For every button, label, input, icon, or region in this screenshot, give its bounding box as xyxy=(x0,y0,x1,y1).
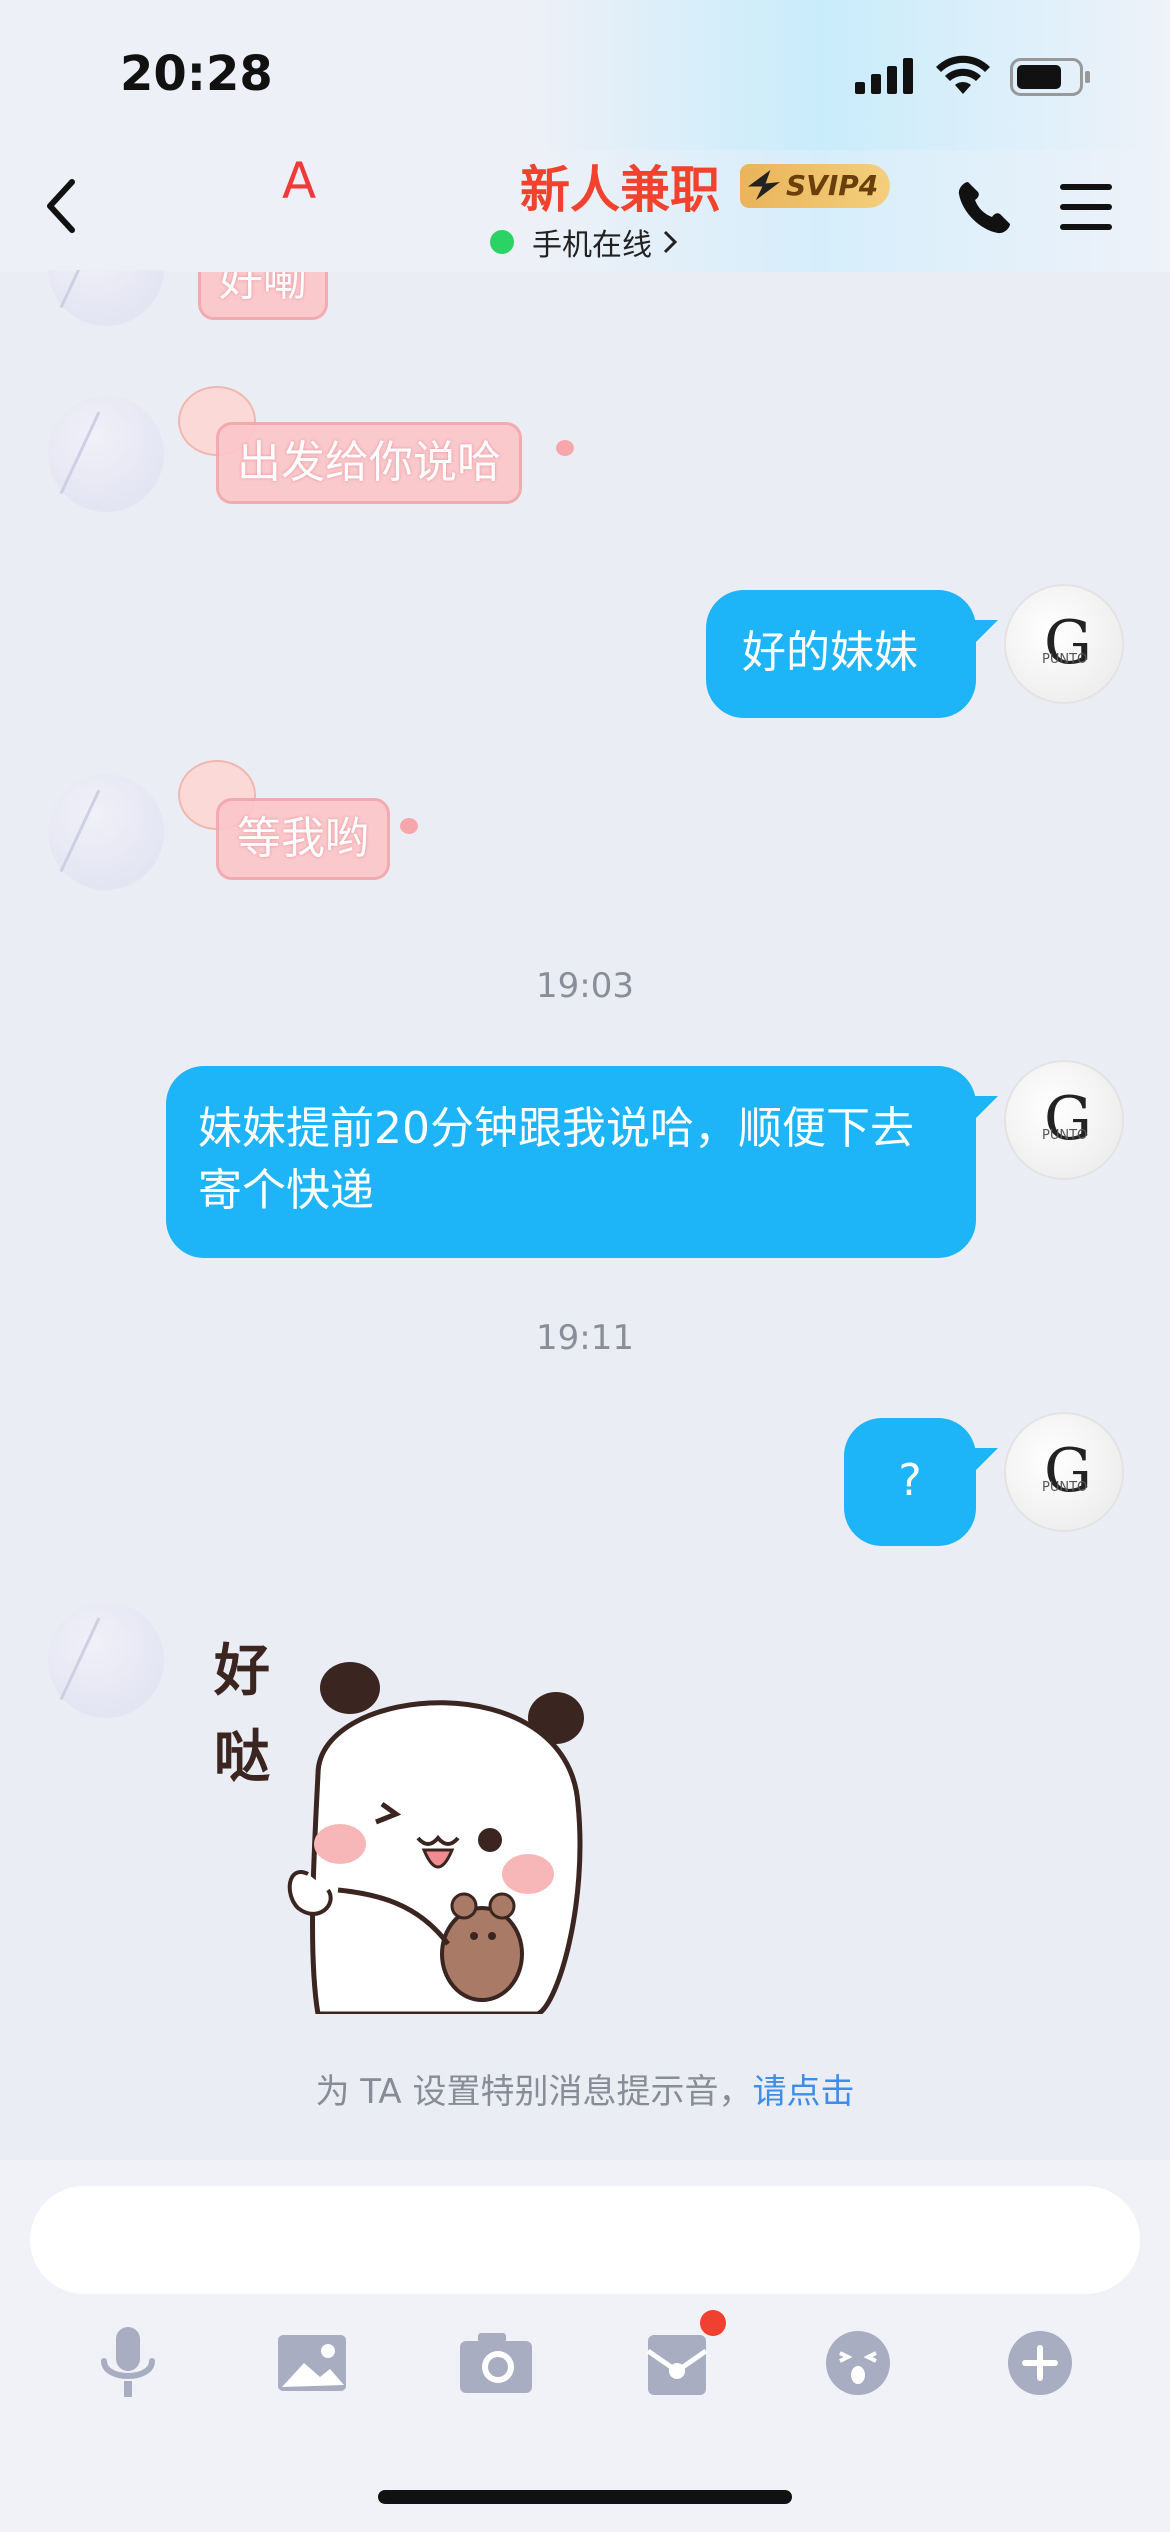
message-text: 等我哟 xyxy=(237,813,369,864)
online-dot-icon xyxy=(490,230,514,254)
menu-icon[interactable] xyxy=(1058,182,1114,232)
phone-call-icon[interactable] xyxy=(954,178,1014,238)
message-text: 出发给你说哈 xyxy=(237,437,501,488)
battery-icon xyxy=(1010,58,1090,96)
chat-title[interactable]: 新人兼职 xyxy=(520,150,720,222)
emoji-icon[interactable] xyxy=(818,2325,898,2401)
avatar-sub-label: PUNTO xyxy=(1042,1480,1088,1495)
heart-decoration-icon xyxy=(400,818,418,834)
svip-badge-label: SVIP4 xyxy=(786,169,879,202)
message-bubble-incoming[interactable]: 等我哟 xyxy=(216,798,390,880)
panda-sticker[interactable] xyxy=(278,1654,598,2014)
message-bubble-outgoing[interactable]: ? xyxy=(844,1418,976,1546)
camera-icon[interactable] xyxy=(456,2325,536,2401)
notice-text: 为 TA 设置特别消息提示音， xyxy=(315,2072,753,2112)
heart-decoration-icon xyxy=(556,440,574,456)
chevron-right-icon xyxy=(663,230,678,254)
timestamp: 19:03 xyxy=(536,966,634,1006)
contact-avatar[interactable] xyxy=(48,1602,164,1718)
avatar-mark: G xyxy=(1044,1436,1092,1506)
red-packet-icon[interactable] xyxy=(638,2325,718,2401)
avatar-sub-label: PUNTO xyxy=(1042,1128,1088,1143)
message-bubble-incoming[interactable]: 出发给你说哈 xyxy=(216,422,522,504)
timestamp: 19:11 xyxy=(536,1318,634,1358)
my-avatar[interactable]: G PUNTO xyxy=(1004,1412,1124,1532)
avatar-mark: G xyxy=(1044,1084,1092,1154)
message-input[interactable] xyxy=(30,2186,1140,2294)
bubble-tail xyxy=(968,1448,998,1478)
bubble-tail xyxy=(968,620,998,650)
home-indicator[interactable] xyxy=(378,2490,792,2504)
my-avatar[interactable]: G PUNTO xyxy=(1004,584,1124,704)
bubble-tail xyxy=(968,1096,998,1126)
message-bubble-outgoing[interactable]: 妹妹提前20分钟跟我说哈，顺便下去寄个快递 xyxy=(166,1066,976,1258)
svip-badge: SVIP4 xyxy=(740,164,890,208)
contact-avatar[interactable] xyxy=(48,774,164,890)
notification-badge xyxy=(700,2310,726,2336)
microphone-icon[interactable] xyxy=(88,2325,168,2401)
message-text: ? xyxy=(898,1455,922,1506)
presence-status[interactable]: 手机在线 xyxy=(490,220,678,264)
cellular-signal-icon xyxy=(855,58,913,94)
notice-link[interactable]: 请点击 xyxy=(753,2072,855,2112)
header-left-label: A xyxy=(282,152,317,210)
my-avatar[interactable]: G PUNTO xyxy=(1004,1060,1124,1180)
plus-icon[interactable] xyxy=(1000,2325,1080,2401)
avatar-sub-label: PUNTO xyxy=(1042,652,1088,667)
presence-label: 手机在线 xyxy=(532,228,652,263)
ringtone-notice: 为 TA 设置特别消息提示音，请点击 xyxy=(0,2064,1170,2113)
image-icon[interactable] xyxy=(272,2325,352,2401)
wifi-icon xyxy=(936,55,990,94)
vip-bolt-icon xyxy=(748,170,780,200)
message-text: 妹妹提前20分钟跟我说哈，顺便下去寄个快递 xyxy=(198,1103,914,1216)
back-icon[interactable] xyxy=(42,176,82,236)
message-bubble-outgoing[interactable]: 好的妹妹 xyxy=(706,590,976,718)
avatar-mark: G xyxy=(1044,608,1092,678)
status-time: 20:28 xyxy=(120,46,273,102)
message-text: 好的妹妹 xyxy=(742,627,918,678)
contact-avatar[interactable] xyxy=(48,396,164,512)
